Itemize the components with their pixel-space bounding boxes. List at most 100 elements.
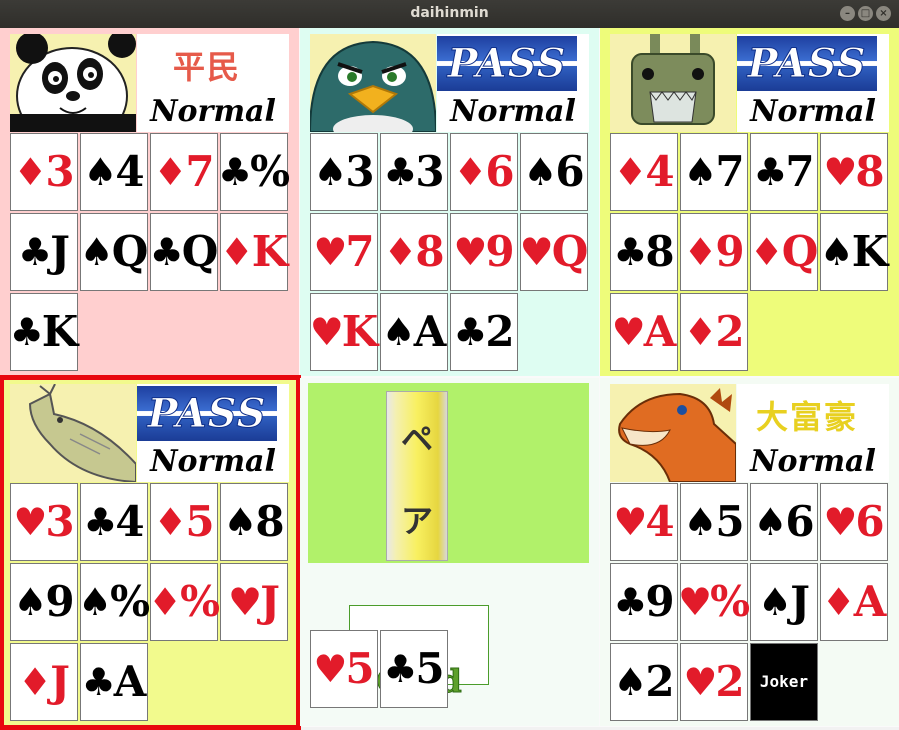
rank-text: 大富豪 bbox=[755, 398, 858, 436]
card-suit-icon: ♠ bbox=[313, 149, 348, 194]
card-suit-icon: ♣ bbox=[753, 149, 788, 194]
playing-card[interactable]: ♦ 8 bbox=[380, 213, 448, 291]
card-suit-icon: ♥ bbox=[313, 646, 348, 691]
card-rank: 9 bbox=[645, 577, 675, 626]
player-status: 大富豪 Normal bbox=[737, 384, 889, 482]
playing-card[interactable]: ♦ K bbox=[220, 213, 288, 291]
card-suit-icon: ♣ bbox=[149, 229, 184, 274]
playing-card[interactable]: ♦ 4 bbox=[610, 133, 678, 211]
card-suit-icon: ♥ bbox=[678, 579, 713, 624]
card-suit-icon: ♣ bbox=[453, 309, 488, 354]
playing-card[interactable]: ♠ 6 bbox=[520, 133, 588, 211]
pair-label-char-1: ペ bbox=[400, 420, 433, 458]
playing-card[interactable]: ♥ 8 bbox=[820, 133, 888, 211]
pass-text: PASS bbox=[747, 40, 867, 88]
card-suit-icon: ♥ bbox=[613, 499, 648, 544]
playing-card[interactable]: Joker bbox=[750, 643, 818, 721]
pair-indicator: ペ ア bbox=[386, 391, 448, 561]
card-suit-icon: ♥ bbox=[453, 229, 488, 274]
card-rank: 5 bbox=[715, 497, 745, 546]
playing-card[interactable]: ♣ 3 bbox=[380, 133, 448, 211]
playing-card[interactable]: ♥ K bbox=[310, 293, 378, 371]
card-rank: 7 bbox=[185, 147, 215, 196]
playing-card[interactable]: ♠ 6 bbox=[750, 483, 818, 561]
card-suit-icon: ♦ bbox=[821, 579, 856, 624]
card-rank: 7 bbox=[345, 227, 375, 276]
playing-card[interactable]: ♦ 7 bbox=[150, 133, 218, 211]
card-rank: 2 bbox=[715, 657, 745, 706]
playing-card[interactable]: ♥ 2 bbox=[680, 643, 748, 721]
playing-card[interactable]: ♥ Q bbox=[520, 213, 588, 291]
playing-card[interactable]: ♦ A bbox=[820, 563, 888, 641]
window-titlebar[interactable]: daihinmin – □ × bbox=[0, 0, 899, 28]
playing-card[interactable]: ♦ 6 bbox=[450, 133, 518, 211]
playing-card[interactable]: ♥ 9 bbox=[450, 213, 518, 291]
playing-card[interactable]: ♠ 5 bbox=[680, 483, 748, 561]
playing-card[interactable]: ♦ 3 bbox=[10, 133, 78, 211]
rank-badge: 大富豪 bbox=[737, 386, 877, 441]
playing-card[interactable]: ♣ 5 bbox=[380, 630, 448, 708]
card-rank: 5 bbox=[415, 644, 445, 693]
card-rank: J bbox=[790, 577, 810, 626]
playing-card[interactable]: ♥ 7 bbox=[310, 213, 378, 291]
playing-card[interactable]: ♠ J bbox=[750, 563, 818, 641]
playing-card[interactable]: ♦ 2 bbox=[680, 293, 748, 371]
card-suit-icon: ♥ bbox=[823, 499, 858, 544]
card-rank: 3 bbox=[415, 147, 445, 196]
playing-card[interactable]: ♠ A bbox=[380, 293, 448, 371]
playing-card[interactable]: ♦ Q bbox=[750, 213, 818, 291]
card-suit-icon: ♥ bbox=[683, 659, 718, 704]
playing-card[interactable]: ♣ 9 bbox=[610, 563, 678, 641]
card-suit-icon: ♦ bbox=[13, 149, 48, 194]
card-suit-icon: ♦ bbox=[683, 229, 718, 274]
card-suit-icon: ♦ bbox=[613, 149, 648, 194]
card-rank: 9 bbox=[715, 227, 745, 276]
player-panel-top-right: PASS Normal ♦ 4 ♠ 7 ♣ 7 ♥ 8 ♣ 8 ♦ 9 ♦ Q ♠ K ♥ A ♦ 2 bbox=[600, 28, 899, 376]
playing-card[interactable]: ♠ 2 bbox=[610, 643, 678, 721]
card-rank: 4 bbox=[645, 147, 675, 196]
card-rank: % bbox=[710, 577, 750, 626]
card-rank: % bbox=[250, 147, 290, 196]
card-rank: 4 bbox=[645, 497, 675, 546]
card-rank: 6 bbox=[555, 147, 585, 196]
playing-card[interactable]: ♠ 7 bbox=[680, 133, 748, 211]
card-suit-icon: ♦ bbox=[383, 229, 418, 274]
playing-card[interactable]: ♥% bbox=[678, 563, 750, 641]
card-rank: 4 bbox=[115, 147, 145, 196]
playing-card[interactable]: ♥ 4 bbox=[610, 483, 678, 561]
card-rank: 8 bbox=[415, 227, 445, 276]
playing-card[interactable]: ♣ 2 bbox=[450, 293, 518, 371]
player-mode-label: Normal bbox=[750, 444, 876, 479]
card-rank: K bbox=[851, 227, 889, 276]
player-panel-top-center: PASS Normal ♠ 3 ♣ 3 ♦ 6 ♠ 6 ♥ 7 ♦ 8 ♥ 9 ♥ Q ♥ K ♠ A ♣ 2 bbox=[300, 28, 599, 376]
playing-card[interactable]: ♠ Q bbox=[80, 213, 148, 291]
card-suit-icon: ♥ bbox=[313, 229, 348, 274]
pair-label-char-2: ア bbox=[400, 502, 433, 540]
close-button[interactable]: × bbox=[876, 6, 891, 21]
playing-card[interactable]: ♠ 4 bbox=[80, 133, 148, 211]
card-rank: 8 bbox=[645, 227, 675, 276]
playing-card[interactable]: ♠ 3 bbox=[310, 133, 378, 211]
playing-card[interactable]: ♣ 8 bbox=[610, 213, 678, 291]
playing-card[interactable]: ♥ 6 bbox=[820, 483, 888, 561]
playing-card[interactable]: ♣% bbox=[218, 133, 290, 211]
playing-card[interactable]: ♠ K bbox=[820, 213, 888, 291]
card-rank: J bbox=[50, 227, 70, 276]
card-rank: 7 bbox=[785, 147, 815, 196]
playing-card[interactable]: ♥ 5 bbox=[310, 630, 378, 708]
minimize-button[interactable]: – bbox=[840, 6, 855, 21]
maximize-button[interactable]: □ bbox=[858, 6, 873, 21]
player-panel-top-left: 平民 Normal ♦ 3 ♠ 4 ♦ 7 ♣% ♣ J ♠ Q ♣ Q ♦ K ♣ K bbox=[0, 28, 299, 376]
playing-card[interactable]: ♦ 9 bbox=[680, 213, 748, 291]
card-rank: 2 bbox=[485, 307, 515, 356]
panda-avatar-icon bbox=[10, 34, 136, 132]
card-suit-icon: ♠ bbox=[753, 499, 788, 544]
playing-card[interactable]: ♣ J bbox=[10, 213, 78, 291]
playing-card[interactable]: ♣ Q bbox=[150, 213, 218, 291]
penguin-avatar-icon bbox=[310, 34, 436, 132]
playing-card[interactable]: ♣ K bbox=[10, 293, 78, 371]
playing-card[interactable]: ♣ 7 bbox=[750, 133, 818, 211]
card-rank: K bbox=[41, 307, 79, 356]
playing-card[interactable]: ♥ A bbox=[610, 293, 678, 371]
card-rank: 9 bbox=[485, 227, 515, 276]
